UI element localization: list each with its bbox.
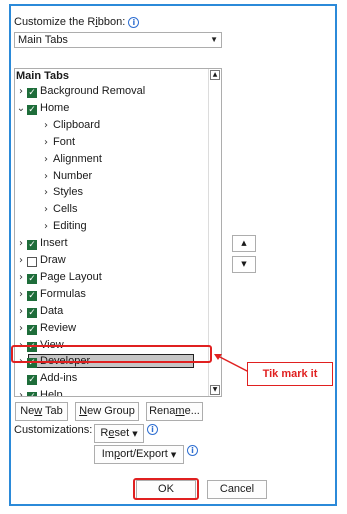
chevron-right-icon[interactable]: › (41, 202, 51, 218)
checkbox[interactable]: ✓ (27, 375, 37, 386)
rename-button[interactable]: Rename... (146, 402, 203, 421)
checkbox[interactable]: ✓ (27, 324, 37, 335)
chevron-right-icon[interactable]: › (41, 219, 51, 235)
info-icon[interactable]: i (128, 17, 140, 28)
tree-item-label: Data (40, 304, 64, 317)
tree-item-label: Editing (53, 220, 87, 233)
checkbox[interactable]: ✓ (27, 104, 37, 115)
chevron-right-icon[interactable]: › (16, 321, 26, 337)
tree-item-add-ins[interactable]: ✓ Add-ins (16, 370, 77, 386)
checkbox[interactable]: ✓ (27, 392, 37, 396)
tree-item-font[interactable]: › Font (41, 134, 75, 150)
move-down-button[interactable]: ▼ (232, 256, 256, 273)
scroll-down-icon[interactable]: ▼ (210, 385, 220, 395)
developer-highlight (11, 345, 212, 363)
checkbox[interactable]: ✓ (27, 257, 37, 267)
checkbox[interactable]: ✓ (27, 307, 37, 318)
tree-item-formulas[interactable]: › ✓ Formulas (16, 286, 86, 302)
chevron-right-icon[interactable]: › (41, 135, 51, 151)
checkbox[interactable]: ✓ (27, 273, 37, 284)
tree-item-background-removal[interactable]: › ✓ Background Removal (16, 83, 145, 99)
chevron-right-icon[interactable]: › (41, 118, 51, 134)
new-tab-button[interactable]: New Tab (15, 402, 68, 421)
chevron-right-icon[interactable]: › (41, 185, 51, 201)
import-export-button[interactable]: Import/Export ▼ (94, 445, 184, 464)
checkbox[interactable]: ✓ (27, 88, 37, 98)
chevron-right-icon[interactable]: › (16, 84, 26, 100)
tree-item-label: Draw (40, 254, 66, 266)
chevron-right-icon[interactable]: › (41, 152, 51, 168)
chevron-down-icon: ▼ (170, 451, 177, 459)
tree-item-label: Add-ins (40, 372, 78, 385)
tabs-dropdown[interactable]: Main Tabs ▼ (14, 32, 222, 48)
annotation-arrow-icon (214, 354, 250, 373)
tabs-dropdown-value: Main Tabs (18, 34, 68, 46)
tree-item-label: Review (40, 321, 77, 334)
chevron-right-icon[interactable]: › (16, 236, 26, 252)
chevron-down-icon: ▼ (132, 430, 138, 438)
tree-header: Main Tabs (16, 70, 69, 82)
tree-item-styles[interactable]: › Styles (41, 184, 83, 200)
tree-item-label: Font (53, 135, 76, 148)
tree-item-label: Cells (53, 203, 78, 216)
checkbox[interactable]: ✓ (27, 240, 37, 251)
tree-item-label: Insert (40, 237, 68, 250)
scroll-up-icon[interactable]: ▲ (210, 70, 220, 80)
tree-item-label: Clipboard (53, 118, 101, 131)
tree-item-label: Formulas (40, 287, 86, 300)
chevron-right-icon[interactable]: › (16, 253, 26, 269)
chevron-down-icon[interactable]: ⌄ (16, 101, 26, 117)
tree-item-label: Home (40, 101, 70, 114)
tree-item-review[interactable]: › ✓ Review (16, 320, 76, 336)
tree-item-draw[interactable]: ›✓Draw (16, 252, 66, 268)
tree-item-label: Styles (53, 186, 83, 199)
tree-item-alignment[interactable]: › Alignment (41, 151, 102, 167)
tree-item-editing[interactable]: › Editing (41, 218, 87, 234)
annotation-callout: Tik mark it (247, 362, 333, 386)
chevron-right-icon[interactable]: › (16, 287, 26, 303)
info-icon[interactable]: i (147, 424, 158, 435)
tree-item-help[interactable]: ›✓Help (16, 387, 63, 397)
tree-item-label: Page Layout (40, 270, 102, 283)
cancel-button[interactable]: Cancel (207, 480, 267, 499)
tree-item-number[interactable]: › Number (41, 168, 92, 184)
reset-button[interactable]: Reset ▼ (94, 424, 144, 443)
tree-item-label: Background Removal (40, 85, 146, 97)
new-group-button[interactable]: New Group (75, 402, 139, 421)
customizations-label: Customizations: (14, 424, 93, 436)
chevron-right-icon[interactable]: › (16, 304, 26, 320)
tree-item-cells[interactable]: › Cells (41, 201, 77, 217)
tree-item-insert[interactable]: › ✓ Insert (16, 235, 68, 251)
chevron-right-icon[interactable]: › (16, 270, 26, 286)
chevron-down-icon: ▼ (210, 35, 218, 44)
tree-item-home[interactable]: ⌄ ✓ Home (16, 100, 69, 116)
tree-item-page-layout[interactable]: › ✓ Page Layout (16, 269, 102, 285)
tree-item-label: Alignment (53, 152, 102, 165)
tree-item-label: Number (53, 169, 93, 182)
chevron-right-icon[interactable]: › (41, 169, 51, 185)
chevron-right-icon[interactable]: › (16, 388, 26, 396)
info-icon[interactable]: i (187, 445, 198, 456)
tree-item-clipboard[interactable]: › Clipboard (41, 117, 100, 133)
ok-highlight (133, 478, 199, 500)
checkbox[interactable]: ✓ (27, 290, 37, 301)
tree-item-label: Help (40, 389, 63, 397)
customize-ribbon-label: Customize the Ribbon: i (14, 16, 140, 28)
tree-item-data[interactable]: › ✓ Data (16, 303, 63, 319)
move-up-button[interactable]: ▲ (232, 235, 256, 252)
